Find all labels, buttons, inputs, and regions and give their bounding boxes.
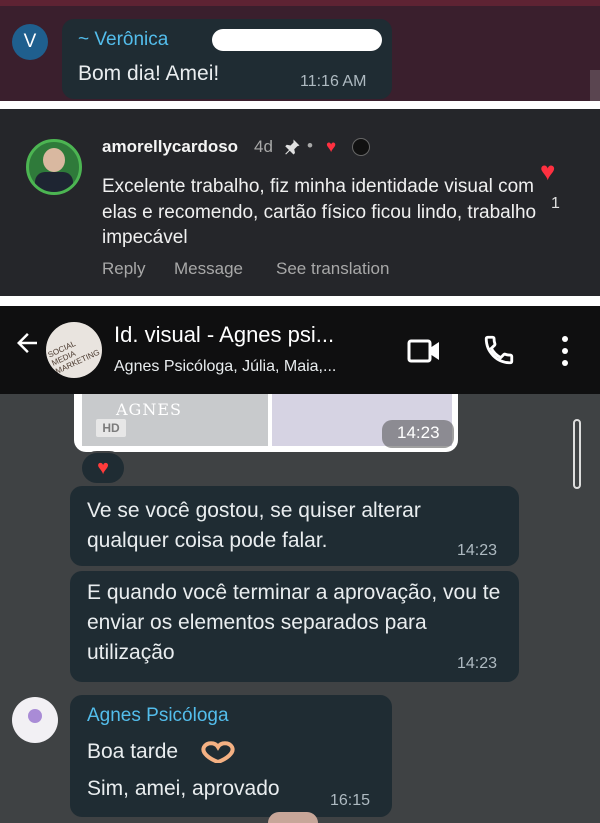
voice-call-icon[interactable] — [482, 333, 516, 372]
avatar-logo-mark — [28, 709, 42, 723]
sender-name[interactable]: Agnes Psicóloga — [87, 705, 229, 727]
hd-badge: HD — [96, 419, 126, 437]
sender-avatar[interactable]: V — [12, 24, 48, 60]
avatar-body — [35, 172, 73, 192]
message-time: 14:23 — [457, 542, 498, 559]
panel-divider — [0, 296, 600, 306]
group-avatar-text: SOCIAL MEDIA MARKETING — [46, 339, 102, 376]
group-members[interactable]: Agnes Psicóloga, Júlia, Maia,... — [114, 358, 336, 376]
previous-message-strip — [0, 0, 600, 6]
image-brand-text: AGNES — [116, 400, 182, 419]
separator-dot: • — [307, 136, 313, 155]
redacted-phone-number — [212, 29, 382, 51]
panel-divider — [0, 101, 600, 109]
message-text: E quando você terminar a aprovação, vou … — [87, 581, 501, 664]
image-time: 14:23 — [397, 423, 440, 442]
scrollbar[interactable] — [573, 419, 581, 489]
message-text: Sim, amei, aprovado — [87, 777, 280, 800]
video-call-icon[interactable] — [407, 336, 441, 371]
message-text: Boa tarde — [87, 740, 179, 763]
like-count: 1 — [551, 195, 560, 212]
message-time: 16:15 — [330, 792, 371, 809]
group-title[interactable]: Id. visual - Agnes psi... — [114, 322, 334, 348]
next-message-avatar — [268, 812, 318, 823]
like-heart-icon[interactable]: ♥ — [540, 156, 555, 187]
image-preview-left: AGNES HD — [82, 394, 268, 446]
pin-icon — [283, 138, 301, 161]
back-arrow-icon[interactable] — [12, 328, 42, 366]
heart-hands-emoji-icon — [201, 741, 235, 765]
creator-liked-heart-icon: ♥ — [326, 137, 337, 156]
sender-name[interactable]: ~ Verônica — [78, 29, 168, 51]
comment-age: 4d — [254, 137, 273, 156]
commenter-avatar[interactable] — [26, 139, 82, 195]
message-text: Ve se você gostou, se quiser alterar qua… — [87, 499, 421, 552]
message-text: Bom dia! Amei! — [78, 62, 220, 85]
more-options-icon[interactable] — [557, 334, 573, 373]
see-translation-button[interactable]: See translation — [276, 259, 389, 279]
message-time: 14:23 — [457, 655, 498, 672]
sender-avatar[interactable] — [12, 697, 58, 743]
side-strip — [590, 70, 600, 101]
message-button[interactable]: Message — [174, 259, 243, 279]
message-time: 11:16 AM — [300, 73, 367, 90]
heart-reaction-icon[interactable]: ♥ — [80, 451, 126, 485]
creator-avatar — [352, 138, 370, 156]
commenter-username[interactable]: amorellycardoso — [102, 137, 238, 157]
avatar-head — [43, 148, 65, 172]
comment-text: Excelente trabalho, fiz minha identidade… — [102, 176, 537, 248]
reply-button[interactable]: Reply — [102, 259, 145, 279]
group-avatar[interactable]: SOCIAL MEDIA MARKETING — [46, 322, 102, 378]
